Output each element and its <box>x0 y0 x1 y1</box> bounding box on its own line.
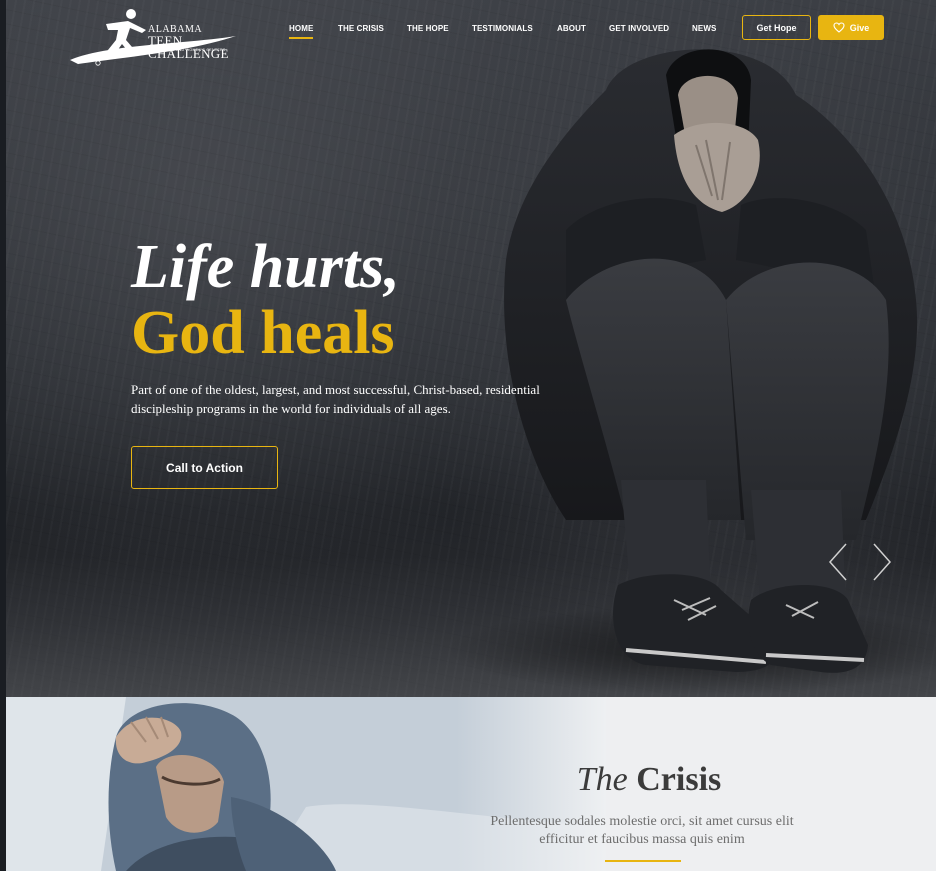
site-logo[interactable]: ALABAMA TEEN CHALLENGE ADULT MEN'S AND W… <box>68 8 240 68</box>
heart-icon <box>833 22 845 33</box>
nav-item-news[interactable]: NEWS <box>692 24 716 33</box>
hero-description: Part of one of the oldest, largest, and … <box>131 382 540 416</box>
chevron-left-icon[interactable] <box>826 542 850 582</box>
chevron-right-icon[interactable] <box>870 542 894 582</box>
crisis-section: The Crisis Pellentesque sodales molestie… <box>6 697 936 871</box>
crisis-title-italic: The <box>576 761 628 798</box>
hero-slider: ALABAMA TEEN CHALLENGE ADULT MEN'S AND W… <box>6 0 936 697</box>
nav-item-get-involved[interactable]: GET INVOLVED <box>609 24 669 33</box>
logo-text-line2: TEEN CHALLENGE <box>148 33 229 61</box>
nav-item-the-crisis[interactable]: THE CRISIS <box>338 24 384 33</box>
call-to-action-label: Call to Action <box>166 460 243 475</box>
nav-item-testimonials[interactable]: TESTIMONIALS <box>472 24 533 33</box>
hero-headline-line2: God heals <box>131 299 395 367</box>
crisis-title: The Crisis <box>494 759 804 801</box>
logo-subtitle: ADULT MEN'S AND WOMEN'S CENTERS <box>148 48 226 52</box>
crisis-title-bold: Crisis <box>636 761 722 798</box>
call-to-action-button[interactable]: Call to Action <box>131 446 278 489</box>
crisis-divider <box>605 860 681 862</box>
nav-item-about[interactable]: ABOUT <box>557 24 586 33</box>
nav-item-home[interactable]: HOME <box>289 24 314 39</box>
get-hope-button[interactable]: Get Hope <box>742 15 811 40</box>
give-label: Give <box>849 22 870 33</box>
crisis-description: Pellentesque sodales molestie orci, sit … <box>490 814 794 847</box>
get-hope-label: Get Hope <box>756 22 797 33</box>
hero-headline-line1: Life hurts, <box>131 233 400 301</box>
nav-item-the-hope[interactable]: THE HOPE <box>407 24 449 33</box>
give-button[interactable]: Give <box>818 15 884 40</box>
